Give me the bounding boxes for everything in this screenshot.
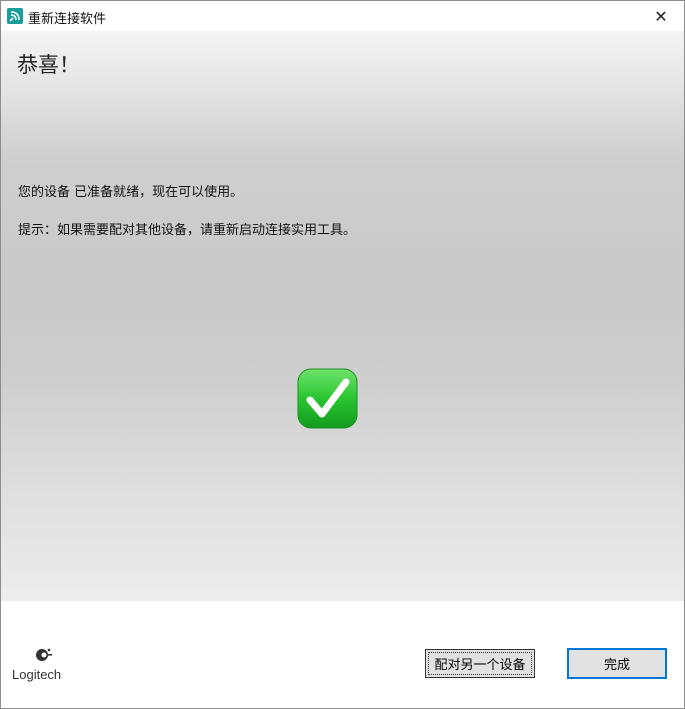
main-content: 恭喜！ 您的设备 已准备就绪，现在可以使用。 提示：如果需要配对其他设备，请重新… [1, 31, 684, 601]
logitech-mark-icon [34, 645, 54, 665]
logitech-logo: Logitech [12, 645, 78, 685]
pair-another-device-button[interactable]: 配对另一个设备 [425, 649, 535, 678]
title-bar: 重新连接软件 ✕ [1, 1, 684, 31]
close-icon[interactable]: ✕ [638, 1, 684, 31]
window-title: 重新连接软件 [28, 12, 107, 27]
hint-text: 提示：如果需要配对其他设备，请重新启动连接实用工具。 [18, 223, 357, 238]
page-title: 恭喜！ [17, 53, 80, 77]
footer: Logitech 配对另一个设备 完成 [1, 601, 684, 708]
ready-message: 您的设备 已准备就绪，现在可以使用。 [18, 185, 244, 200]
done-button[interactable]: 完成 [567, 648, 667, 679]
connection-utility-window: 重新连接软件 ✕ 恭喜！ 您的设备 已准备就绪，现在可以使用。 提示：如果需要配… [0, 0, 685, 709]
green-checkmark-icon [297, 368, 358, 429]
logo-text: Logitech [12, 667, 62, 682]
logitech-connection-icon [7, 8, 23, 24]
